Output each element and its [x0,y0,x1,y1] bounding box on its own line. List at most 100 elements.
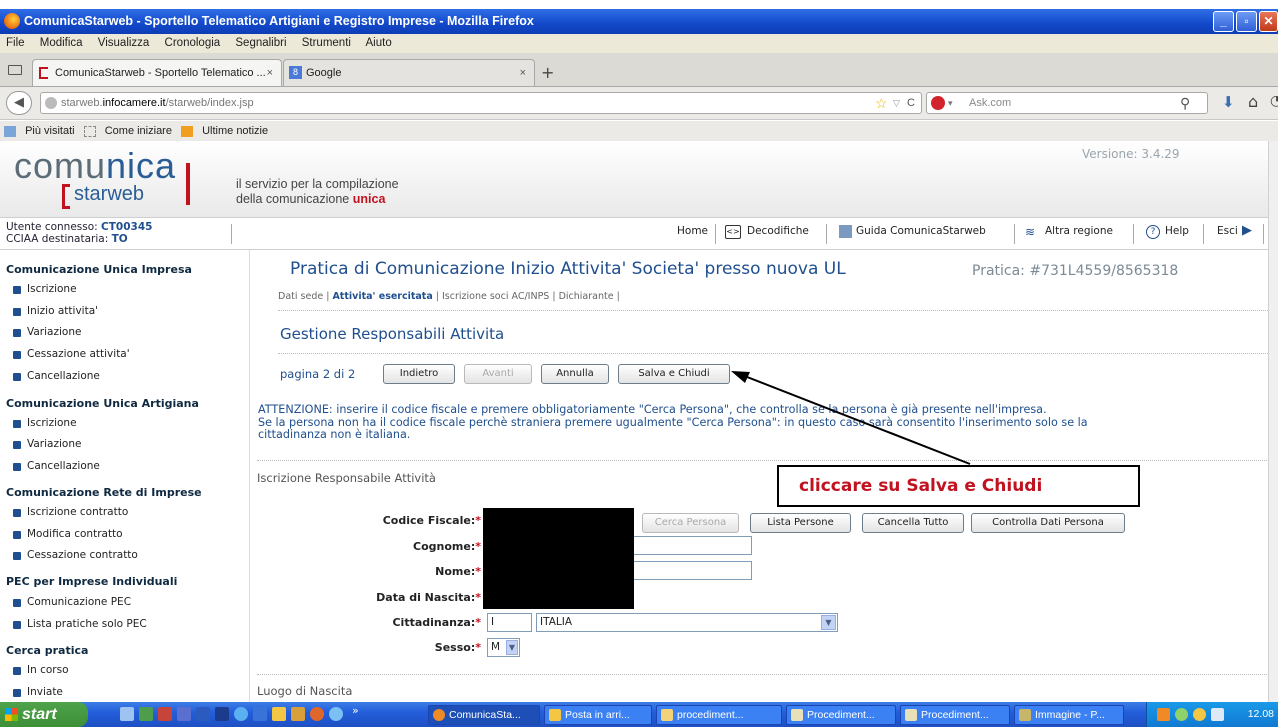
close-tab-icon[interactable]: × [520,60,526,86]
exit-arrow-icon[interactable]: ▶ [1242,223,1252,238]
bookmark-ultime-notizie[interactable]: Ultime notizie [202,125,268,137]
task-procedimenti-1[interactable]: Procediment... [786,705,896,725]
section-subtitle: Gestione Responsabili Attivita [280,325,505,343]
sidebar-item-cessazione-attivita[interactable]: Cessazione attivita' [27,348,130,360]
nav-home[interactable]: Home [677,225,708,237]
sidebar-item-modifica-contratto[interactable]: Modifica contratto [27,528,123,540]
photoshop-icon[interactable] [215,707,229,721]
task-immagine[interactable]: Immagine - P... [1014,705,1124,725]
menu-segnalibri[interactable]: Segnalibri [235,37,286,49]
window-title-bar[interactable]: ComunicaStarweb - Sportello Telematico A… [0,9,1278,34]
dropdown-arrow-icon[interactable]: ▽ [893,93,900,113]
nav-guida[interactable]: Guida ComunicaStarweb [856,225,986,237]
ie-icon[interactable] [234,707,248,721]
annulla-button[interactable]: Annulla [541,364,609,384]
paint-icon[interactable] [291,707,305,721]
sidebar-item-lista-pratiche-pec[interactable]: Lista pratiche solo PEC [27,618,147,630]
nav-help[interactable]: Help [1165,225,1189,237]
task-procedimenti-2[interactable]: Procediment... [900,705,1010,725]
search-bar[interactable]: ▾ Ask.com ⚲ [926,92,1208,114]
ie2-icon[interactable] [329,707,343,721]
home-icon[interactable]: ⌂ [1248,92,1258,111]
engine-dropdown-icon[interactable]: ▾ [948,93,953,113]
sidebar-item-iscrizione-art[interactable]: Iscrizione [27,417,77,429]
cerca-persona-button[interactable]: Cerca Persona [642,513,739,533]
minimize-button[interactable]: _ [1213,11,1234,32]
sidebar-item-comunicazione-pec[interactable]: Comunicazione PEC [27,596,131,608]
sidebar-item-inizio-attivita[interactable]: Inizio attivita' [27,305,98,317]
new-tab-icon[interactable]: + [541,63,554,82]
globe-icon [45,97,57,109]
warning-line-1: ATTENZIONE: inserire il codice fiscale e… [258,403,1047,416]
download-icon[interactable]: ⬇ [1222,93,1235,111]
menu-strumenti[interactable]: Strumenti [302,37,351,49]
sidebar-item-iscrizione-contratto[interactable]: Iscrizione contratto [27,506,128,518]
cognome-label: Cognome:* [413,540,481,553]
menu-aiuto[interactable]: Aiuto [366,37,392,49]
bookmark-star-icon[interactable]: ☆ [875,93,888,113]
cittadinanza-code-input[interactable]: I [487,613,532,632]
outlook-icon[interactable] [272,707,286,721]
menu-cronologia[interactable]: Cronologia [165,37,221,49]
sidebar-item-cessazione-contratto[interactable]: Cessazione contratto [27,549,138,561]
chrome-icon[interactable] [310,707,324,721]
menu-file[interactable]: File [6,37,25,49]
tray-icon[interactable] [1157,708,1170,721]
cancella-tutto-button[interactable]: Cancella Tutto [862,513,964,533]
nav-decodifiche[interactable]: Decodifiche [747,225,809,237]
print-icon[interactable] [8,65,22,75]
vertical-scrollbar[interactable] [1268,141,1278,702]
back-arrow-icon[interactable]: ◀ [6,91,32,115]
logo-part-b: nica [106,145,177,186]
bookmark-piu-visitati[interactable]: Più visitati [25,125,75,137]
indietro-button[interactable]: Indietro [383,364,455,384]
sidebar-item-variazione-art[interactable]: Variazione [27,438,81,450]
explorer-icon[interactable] [253,707,267,721]
word-icon[interactable] [196,707,210,721]
controlla-dati-persona-button[interactable]: Controlla Dati Persona [971,513,1125,533]
search-icon[interactable]: ⚲ [1180,93,1190,113]
tab-comunicastarweb[interactable]: ComunicaStarweb - Sportello Telematico .… [32,59,282,86]
crumb-dati-sede[interactable]: Dati sede | [278,291,332,302]
reload-icon[interactable]: C [907,93,915,113]
sidebar-item-cancellazione-art[interactable]: Cancellazione [27,460,100,472]
url-bar[interactable]: starweb.infocamere.it/starweb/index.jsp … [40,92,922,114]
chevron-down-icon[interactable]: ▼ [506,640,518,655]
history-icon[interactable]: ◔ [1270,93,1278,109]
excel-icon[interactable] [139,707,153,721]
sidebar-item-iscrizione[interactable]: Iscrizione [27,283,77,295]
maximize-button[interactable]: ▫ [1236,11,1257,32]
menu-visualizza[interactable]: Visualizza [98,37,150,49]
tray-network-icon[interactable] [1175,708,1188,721]
more-icon[interactable]: » [352,704,359,717]
salva-e-chiudi-button[interactable]: Salva e Chiudi [618,364,730,384]
close-button[interactable]: ✕ [1259,11,1278,32]
lista-persone-button[interactable]: Lista Persone [750,513,851,533]
powerpoint-icon[interactable] [158,707,172,721]
sidebar-item-in-corso[interactable]: In corso [27,664,69,676]
quicklaunch-icon[interactable] [120,707,134,721]
task-posta[interactable]: Posta in arri... [544,705,652,725]
start-button[interactable]: start [0,702,88,727]
close-tab-icon[interactable]: × [267,60,273,86]
chevron-down-icon[interactable]: ▼ [821,615,836,630]
sidebar-item-cancellazione[interactable]: Cancellazione [27,370,100,382]
sidebar-item-variazione[interactable]: Variazione [27,326,81,338]
sidebar-item-inviate[interactable]: Inviate [27,686,63,698]
bookmark-come-iniziare[interactable]: Come iniziare [105,125,172,137]
sesso-select[interactable]: M ▼ [487,638,520,657]
crumb-rest[interactable]: | Iscrizione soci AC/INPS | Dichiarante … [433,291,620,302]
cittadinanza-select[interactable]: ITALIA ▼ [536,613,838,632]
nav-esci[interactable]: Esci [1217,225,1238,237]
bullet-icon [13,286,21,294]
nav-altra-regione[interactable]: Altra regione [1045,225,1113,237]
avanti-button[interactable]: Avanti [464,364,532,384]
crumb-attivita-esercitata[interactable]: Attivita' esercitata [332,291,432,302]
tab-google[interactable]: 8 Google × [283,59,535,86]
publisher-icon[interactable] [177,707,191,721]
menu-modifica[interactable]: Modifica [40,37,83,49]
task-procedimenti-folder[interactable]: procediment... [656,705,782,725]
tray-security-icon[interactable] [1193,708,1206,721]
tray-volume-icon[interactable] [1211,708,1224,721]
task-comunicastarweb[interactable]: ComunicaSta... [428,705,540,725]
